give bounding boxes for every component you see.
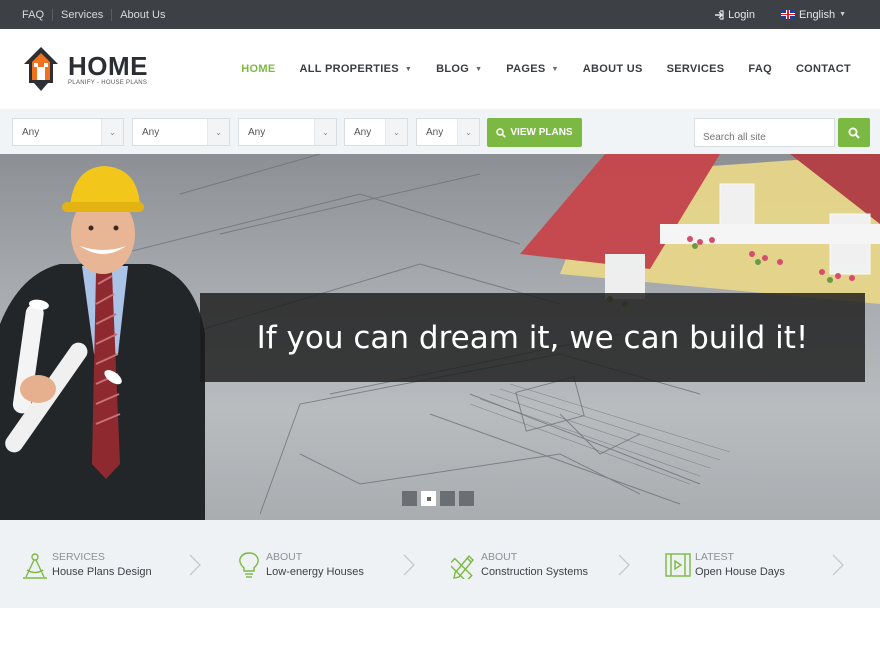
logo-tagline: PLANIFY - HOUSE PLANS <box>68 79 148 86</box>
nav-about-us[interactable]: ABOUT US <box>583 63 643 75</box>
nav-home-label: HOME <box>241 63 276 75</box>
lightbulb-icon <box>239 552 259 578</box>
chevron-right-icon <box>832 554 844 576</box>
feature-kicker: SERVICES <box>52 551 105 563</box>
login-link[interactable]: Login <box>714 9 755 21</box>
nav-pages[interactable]: PAGES ▼ <box>506 63 558 75</box>
features-strip: SERVICES House Plans Design ABOUT Low-en… <box>0 520 880 608</box>
model-house <box>520 154 880 307</box>
top-link-faq[interactable]: FAQ <box>14 9 52 21</box>
login-icon <box>715 9 724 20</box>
search-icon <box>848 127 860 139</box>
chevron-down-icon: ▼ <box>839 11 846 18</box>
top-link-about-us[interactable]: About Us <box>111 8 173 21</box>
slider-dot-4[interactable] <box>459 491 474 506</box>
slider-dot-3[interactable] <box>440 491 455 506</box>
filter-select-3[interactable]: Any ⌄ <box>238 118 337 146</box>
slider-dot-2[interactable] <box>421 491 436 506</box>
header: HOME PLANIFY - HOUSE PLANS HOME ALL PROP… <box>0 29 880 109</box>
feature-item-construction[interactable]: ABOUT Construction Systems <box>451 520 641 608</box>
hero-slider[interactable]: If you can dream it, we can build it! <box>0 154 880 520</box>
nav-services[interactable]: SERVICES <box>667 63 725 75</box>
uk-flag-icon <box>780 10 795 19</box>
feature-item-open-house[interactable]: LATEST Open House Days <box>665 520 865 608</box>
top-link-services[interactable]: Services <box>52 8 111 21</box>
feature-title: Construction Systems <box>481 566 588 578</box>
language-label: English <box>798 8 836 21</box>
nav-contact[interactable]: CONTACT <box>796 63 851 75</box>
nav-services-label: SERVICES <box>666 63 725 75</box>
chevron-down-icon: ▼ <box>475 65 483 73</box>
site-logo[interactable]: HOME PLANIFY - HOUSE PLANS <box>22 45 148 93</box>
site-search-button[interactable] <box>838 118 870 147</box>
view-plans-label: VIEW PLANS <box>510 127 573 138</box>
feature-item-low-energy[interactable]: ABOUT Low-energy Houses <box>236 520 426 608</box>
nav-all-properties[interactable]: ALL PROPERTIES ▼ <box>300 63 413 75</box>
site-search-input[interactable] <box>694 118 835 147</box>
filter-select-3-value: Any <box>248 127 266 138</box>
main-nav: HOME ALL PROPERTIES ▼ BLOG ▼ PAGES ▼ ABOUT … <box>217 29 851 109</box>
nav-faq[interactable]: FAQ <box>748 63 772 75</box>
feature-title: Open House Days <box>695 566 785 578</box>
nav-pages-label: PAGES <box>506 63 546 75</box>
filter-select-4[interactable]: Any ⌄ <box>344 118 408 146</box>
filter-select-4-value: Any <box>354 127 372 138</box>
nav-about-us-label: ABOUT US <box>582 63 643 75</box>
nav-blog-label: BLOG <box>436 63 470 75</box>
language-selector[interactable]: English ▼ <box>780 8 846 21</box>
pencil-ruler-icon <box>451 554 474 579</box>
filter-select-2-value: Any <box>142 127 160 138</box>
chevron-down-icon: ▼ <box>404 65 413 73</box>
filter-select-1-value: Any <box>22 127 40 138</box>
feature-kicker: ABOUT <box>481 551 518 563</box>
video-icon <box>665 553 691 577</box>
nav-all-properties-label: ALL PROPERTIES <box>299 63 399 75</box>
view-plans-button[interactable]: VIEW PLANS <box>487 118 582 147</box>
filter-select-5-value: Any <box>426 127 444 138</box>
filter-select-1[interactable]: Any ⌄ <box>12 118 124 146</box>
compass-icon <box>23 553 47 579</box>
hero-caption-box: If you can dream it, we can build it! <box>200 293 865 382</box>
chevron-down-icon: ⌄ <box>207 119 229 145</box>
architect-person-image <box>0 166 205 520</box>
login-label: Login <box>728 8 755 21</box>
nav-blog[interactable]: BLOG ▼ <box>436 63 482 75</box>
chevron-right-icon <box>618 554 630 576</box>
slider-pagination <box>402 491 474 506</box>
logo-title: HOME <box>68 50 148 81</box>
slider-dot-1[interactable] <box>402 491 417 506</box>
nav-contact-label: CONTACT <box>795 63 851 75</box>
nav-faq-label: FAQ <box>748 63 772 75</box>
search-icon <box>496 127 507 138</box>
chevron-down-icon: ⌄ <box>385 119 407 145</box>
top-links: FAQ Services About Us <box>14 0 173 29</box>
chevron-down-icon: ⌄ <box>101 119 123 145</box>
feature-kicker: ABOUT <box>266 551 303 563</box>
filter-select-2[interactable]: Any ⌄ <box>132 118 230 146</box>
nav-home[interactable]: HOME <box>241 63 275 75</box>
chevron-down-icon: ▼ <box>551 65 559 73</box>
chevron-right-icon <box>403 554 415 576</box>
hero-caption: If you can dream it, we can build it! <box>256 319 809 356</box>
search-bar: Any ⌄ Any ⌄ Any ⌄ Any ⌄ Any ⌄ VIEW PLANS <box>0 109 880 154</box>
chevron-down-icon: ⌄ <box>314 119 336 145</box>
feature-title: House Plans Design <box>52 566 152 578</box>
feature-item-services[interactable]: SERVICES House Plans Design <box>22 520 212 608</box>
filter-select-5[interactable]: Any ⌄ <box>416 118 480 146</box>
chevron-down-icon: ⌄ <box>457 119 479 145</box>
feature-title: Low-energy Houses <box>266 566 364 578</box>
top-bar: FAQ Services About Us Login English ▼ <box>0 0 880 29</box>
feature-kicker: LATEST <box>695 551 734 563</box>
house-logo-icon <box>24 47 58 91</box>
chevron-right-icon <box>189 554 201 576</box>
